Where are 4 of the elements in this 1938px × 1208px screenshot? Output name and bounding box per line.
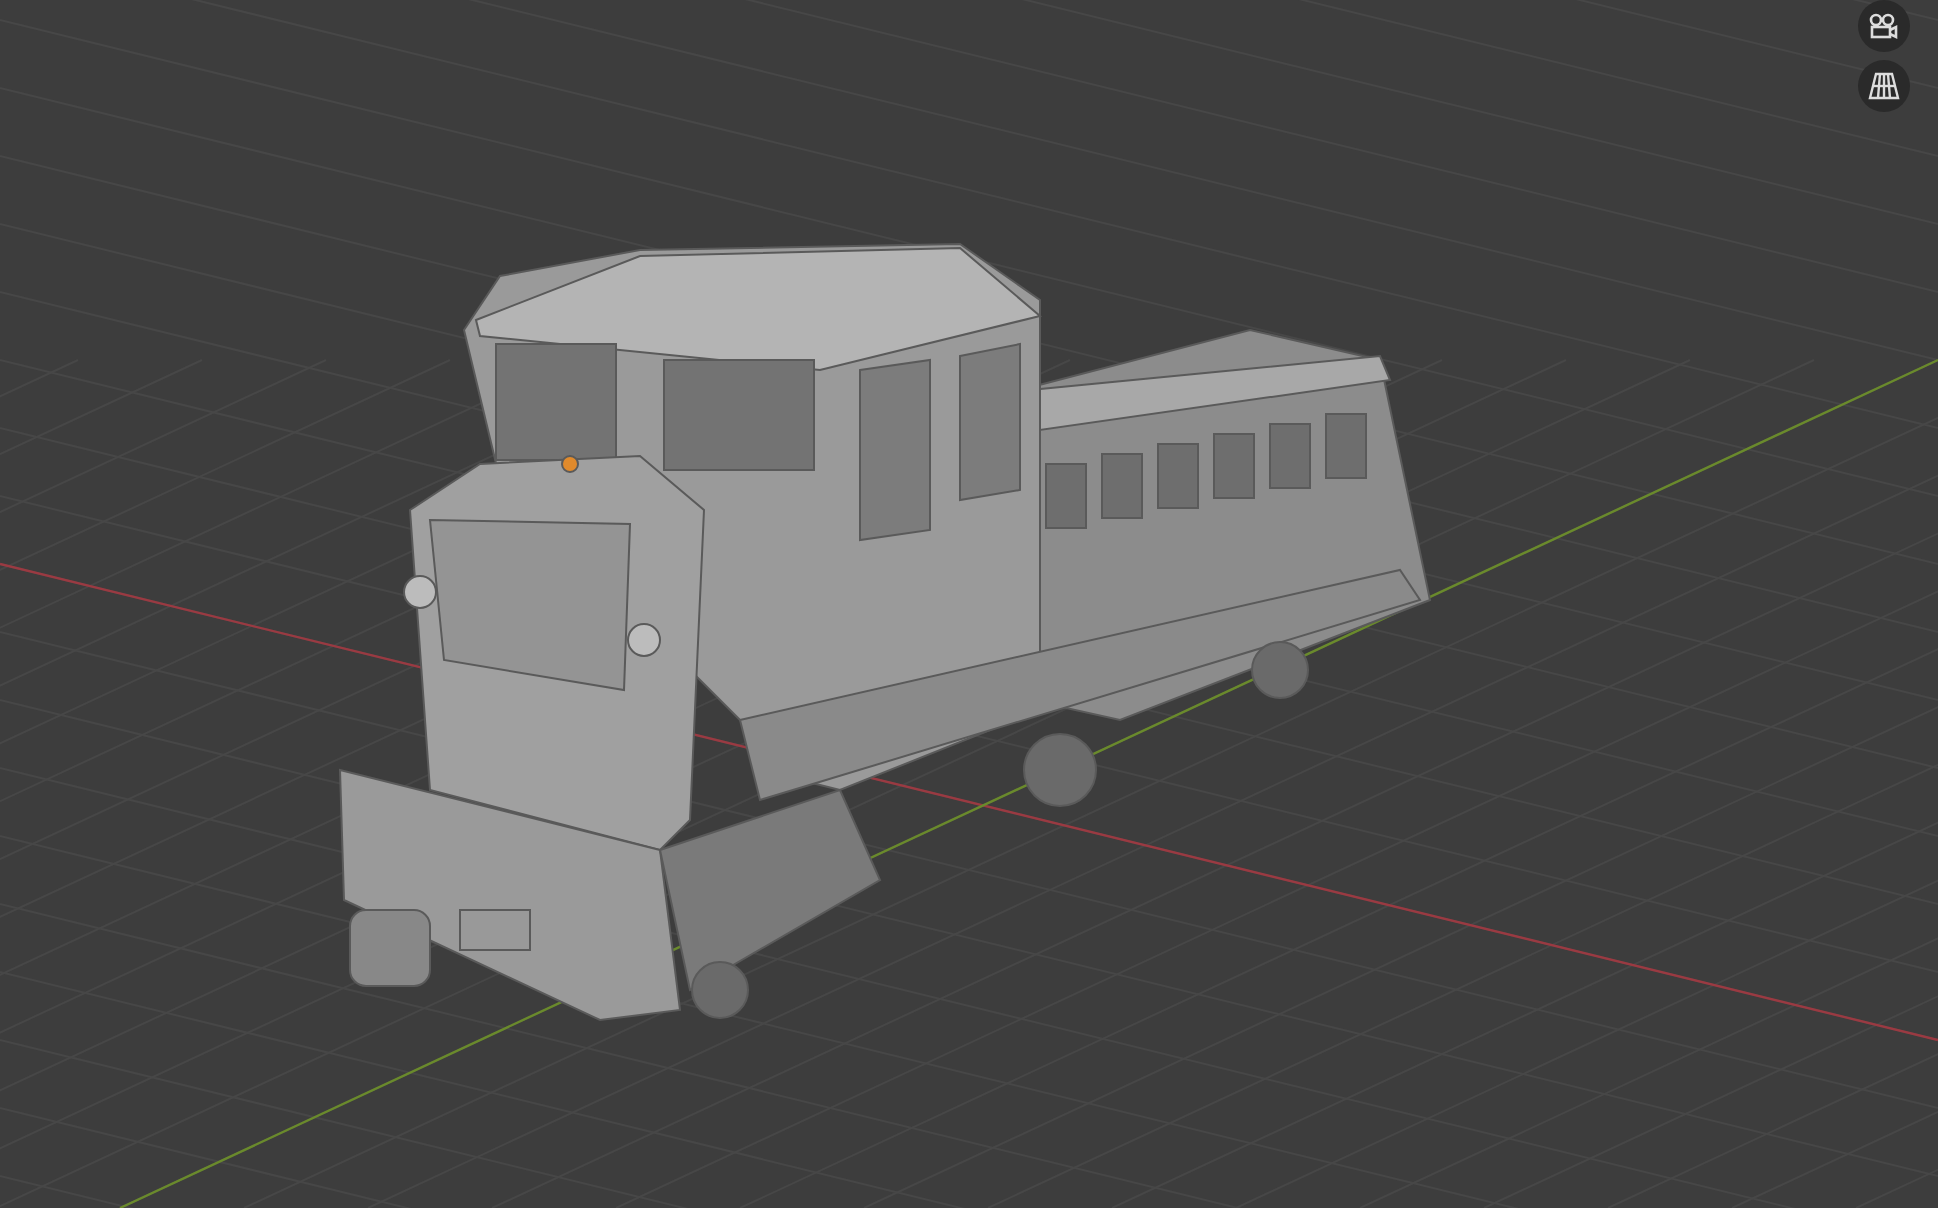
grid-toggle-button[interactable]	[1858, 60, 1910, 112]
grid-icon	[1868, 72, 1900, 100]
camera-icon	[1868, 12, 1900, 40]
camera-toggle-button[interactable]	[1858, 0, 1910, 52]
